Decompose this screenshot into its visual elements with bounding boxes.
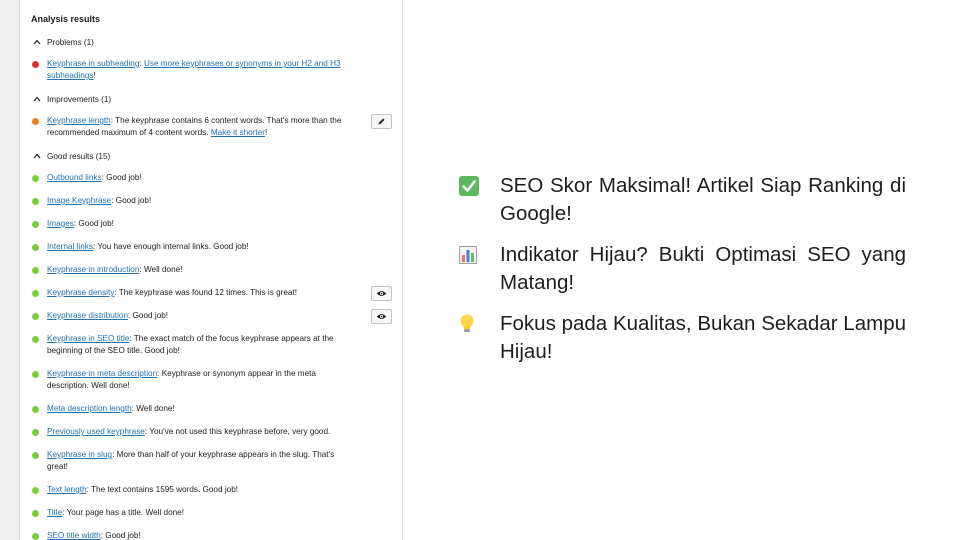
result-fix-link[interactable]: Make it shorter: [211, 128, 265, 137]
good-bullet-icon: [32, 452, 39, 459]
section-toggle-problems[interactable]: Problems (1): [31, 35, 392, 49]
result-text: Meta description length: Well done!: [47, 404, 175, 413]
good-bullet-icon: [32, 336, 39, 343]
result-link[interactable]: Images: [47, 219, 74, 228]
edit-button[interactable]: [371, 114, 392, 129]
result-item: Keyphrase in meta description: Keyphrase…: [31, 368, 392, 392]
light-bulb-icon: [456, 310, 500, 338]
result-link[interactable]: Keyphrase density: [47, 288, 114, 297]
result-item: Keyphrase in introduction: Well done!: [31, 264, 392, 276]
eye-toggle-button[interactable]: [371, 286, 392, 301]
result-text: Keyphrase density: The keyphrase was fou…: [47, 288, 298, 297]
admin-sidebar-strip: [0, 0, 20, 540]
feature-text: Indikator Hijau? Bukti Optimasi SEO yang…: [500, 243, 906, 294]
result-link[interactable]: Keyphrase in subheading: [47, 59, 139, 68]
good-bullet-icon: [32, 175, 39, 182]
result-item: Meta description length: Well done!: [31, 403, 392, 415]
result-link[interactable]: Title: [47, 508, 62, 517]
result-link[interactable]: SEO title width: [47, 531, 101, 540]
good-bullet-icon: [32, 510, 39, 517]
result-item: Internal links: You have enough internal…: [31, 241, 392, 253]
chevron-up-icon: [31, 96, 47, 102]
result-text: Keyphrase length: The keyphrase contains…: [47, 116, 342, 137]
result-item: Images: Good job!: [31, 218, 392, 230]
result-link[interactable]: Keyphrase in SEO title: [47, 334, 129, 343]
section-toggle-improvements[interactable]: Improvements (1): [31, 92, 392, 106]
result-text: Previously used keyphrase: You've not us…: [47, 427, 331, 436]
feature-item: SEO Skor Maksimal! Artikel Siap Ranking …: [456, 172, 906, 228]
result-text: Image Keyphrase: Good job!: [47, 196, 152, 205]
good-bullet-icon: [32, 290, 39, 297]
result-link[interactable]: Keyphrase distribution: [47, 311, 128, 320]
result-item: Keyphrase in SEO title: The exact match …: [31, 333, 392, 357]
bar-chart-icon: [456, 241, 500, 269]
result-item: Previously used keyphrase: You've not us…: [31, 426, 392, 438]
check-mark-icon: [456, 172, 500, 200]
result-text: Keyphrase in subheading: Use more keyphr…: [47, 59, 341, 80]
result-item: SEO title width: Good job!: [31, 530, 392, 540]
improvement-bullet-icon: [32, 118, 39, 125]
section-label-improvements: Improvements (1): [47, 94, 112, 104]
result-link[interactable]: Text length: [47, 485, 87, 494]
result-text: Text length: The text contains 1595 word…: [47, 485, 239, 494]
result-link[interactable]: Internal links: [47, 242, 93, 251]
result-item: Keyphrase density: The keyphrase was fou…: [31, 286, 392, 301]
feature-text: Fokus pada Kualitas, Bukan Sekadar Lampu…: [500, 312, 906, 363]
result-link[interactable]: Previously used keyphrase: [47, 427, 145, 436]
result-text: Keyphrase in meta description: Keyphrase…: [47, 369, 316, 390]
result-item: Outbound links: Good job!: [31, 172, 392, 184]
feature-text: SEO Skor Maksimal! Artikel Siap Ranking …: [500, 174, 906, 225]
result-text: SEO title width: Good job!: [47, 531, 141, 540]
good-bullet-icon: [32, 267, 39, 274]
good-bullet-icon: [32, 371, 39, 378]
result-link[interactable]: Keyphrase in slug: [47, 450, 112, 459]
result-link[interactable]: Outbound links: [47, 173, 102, 182]
chevron-up-icon: [31, 39, 47, 45]
result-text: Keyphrase distribution: Good job!: [47, 311, 169, 320]
result-text: Keyphrase in slug: More than half of you…: [47, 450, 335, 471]
result-item: Keyphrase length: The keyphrase contains…: [31, 114, 392, 139]
good-bullet-icon: [32, 244, 39, 251]
good-bullet-icon: [32, 533, 39, 540]
feature-item: Indikator Hijau? Bukti Optimasi SEO yang…: [456, 241, 906, 297]
result-item: Keyphrase in subheading: Use more keyphr…: [31, 58, 392, 82]
analysis-results-panel: Analysis results Problems (1) Keyphrase …: [19, 0, 403, 540]
result-text: Images: Good job!: [47, 219, 114, 228]
good-bullet-icon: [32, 313, 39, 320]
result-link[interactable]: Image Keyphrase: [47, 196, 111, 205]
result-link[interactable]: Keyphrase in meta description: [47, 369, 157, 378]
eye-icon: [376, 314, 387, 319]
section-label-problems: Problems (1): [47, 37, 94, 47]
result-item: Keyphrase in slug: More than half of you…: [31, 449, 392, 473]
section-label-good-results: Good results (15): [47, 151, 111, 161]
eye-toggle-button[interactable]: [371, 309, 392, 324]
result-link[interactable]: Keyphrase in introduction: [47, 265, 139, 274]
chevron-up-icon: [31, 153, 47, 159]
feature-list: SEO Skor Maksimal! Artikel Siap Ranking …: [456, 172, 906, 379]
problem-bullet-icon: [32, 61, 39, 68]
good-bullet-icon: [32, 487, 39, 494]
result-link[interactable]: Meta description length: [47, 404, 132, 413]
good-bullet-icon: [32, 198, 39, 205]
result-text: Outbound links: Good job!: [47, 173, 142, 182]
result-text: Keyphrase in SEO title: The exact match …: [47, 334, 334, 355]
feature-item: Fokus pada Kualitas, Bukan Sekadar Lampu…: [456, 310, 906, 366]
result-item: Text length: The text contains 1595 word…: [31, 484, 392, 496]
panel-title: Analysis results: [31, 14, 101, 24]
result-text: Internal links: You have enough internal…: [47, 242, 249, 251]
eye-icon: [376, 291, 387, 296]
result-item: Keyphrase distribution: Good job!: [31, 309, 392, 324]
result-link[interactable]: Keyphrase length: [47, 116, 111, 125]
result-text: Title: Your page has a title. Well done!: [47, 508, 185, 517]
pencil-icon: [378, 118, 385, 125]
section-toggle-good-results[interactable]: Good results (15): [31, 149, 392, 163]
result-item: Image Keyphrase: Good job!: [31, 195, 392, 207]
good-bullet-icon: [32, 221, 39, 228]
good-bullet-icon: [32, 429, 39, 436]
result-text: Keyphrase in introduction: Well done!: [47, 265, 183, 274]
good-bullet-icon: [32, 406, 39, 413]
result-item: Title: Your page has a title. Well done!: [31, 507, 392, 519]
